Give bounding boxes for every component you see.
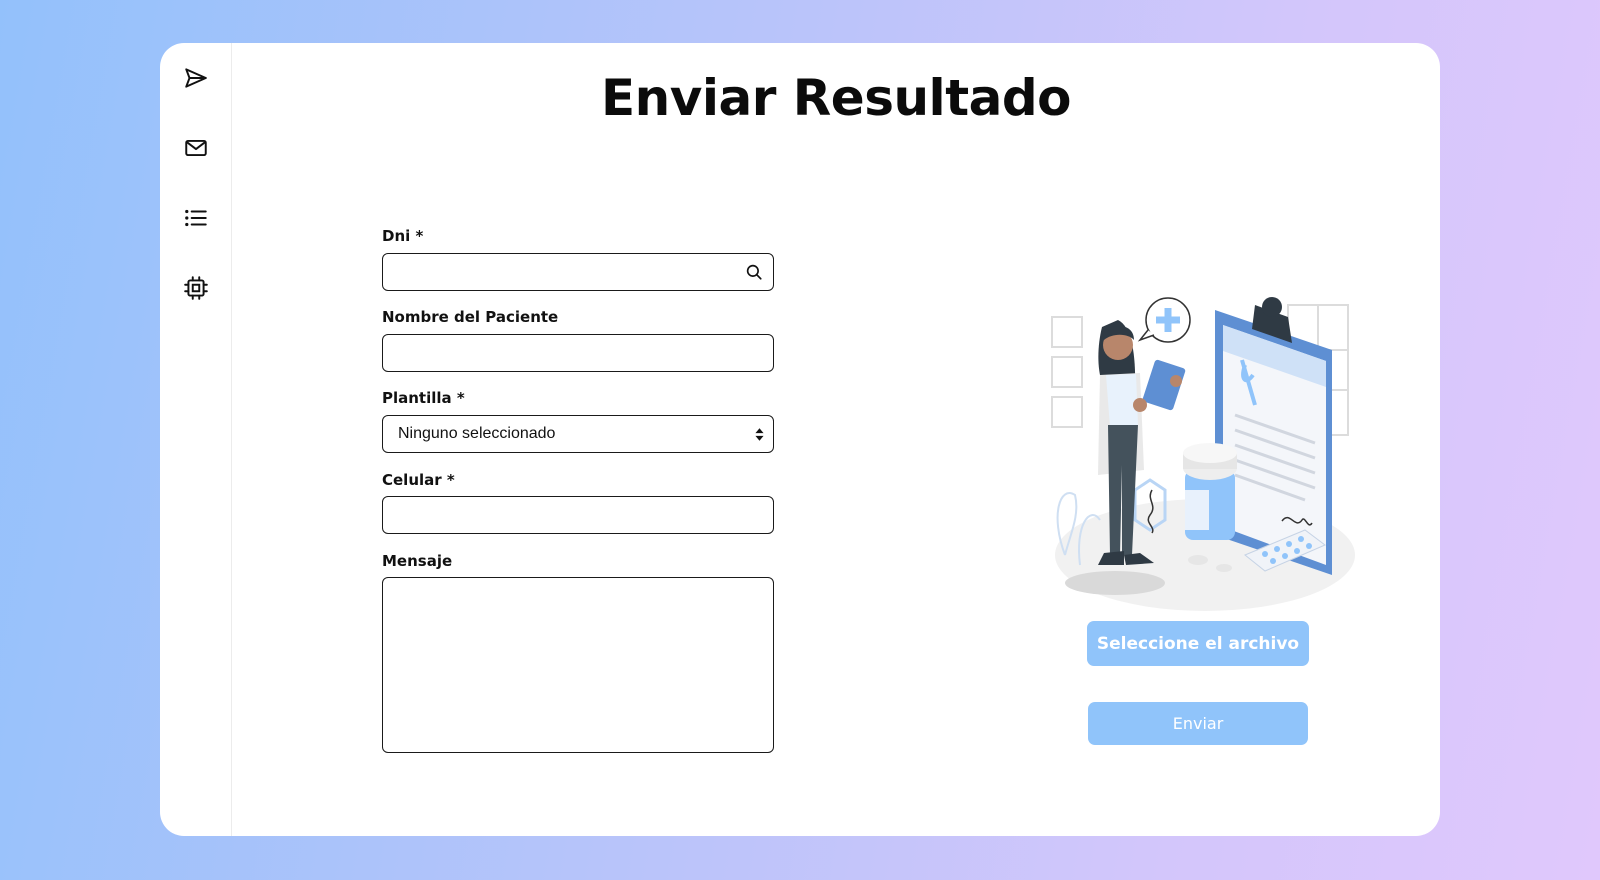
send-button[interactable]: Enviar — [1088, 702, 1308, 745]
dni-field — [382, 253, 774, 291]
phone-label: Celular * — [382, 471, 455, 489]
phone-input[interactable] — [383, 497, 773, 533]
sidebar-item-mail[interactable] — [178, 130, 214, 166]
template-select[interactable]: Ninguno seleccionado — [382, 415, 774, 453]
patient-name-input[interactable] — [383, 335, 773, 371]
main-card: Enviar Resultado Dni * Nombre del Pacien… — [160, 43, 1440, 836]
cpu-icon — [184, 276, 208, 300]
sidebar-item-cpu[interactable] — [178, 270, 214, 306]
select-file-button[interactable]: Seleccione el archivo — [1087, 621, 1309, 666]
send-icon — [185, 68, 207, 88]
phone-field — [382, 496, 774, 534]
patient-name-label: Nombre del Paciente — [382, 308, 559, 326]
mail-icon — [185, 139, 207, 157]
select-arrows-icon — [755, 428, 764, 441]
dni-label: Dni * — [382, 227, 424, 245]
template-selected-value: Ninguno seleccionado — [398, 425, 556, 442]
search-icon[interactable] — [745, 263, 763, 281]
message-label: Mensaje — [382, 552, 453, 570]
list-icon — [185, 209, 207, 227]
sidebar-item-send[interactable] — [178, 60, 214, 96]
sidebar — [160, 43, 232, 836]
patient-name-field — [382, 334, 774, 372]
template-label: Plantilla * — [382, 389, 465, 407]
dni-input[interactable] — [383, 254, 773, 290]
page-title: Enviar Resultado — [601, 69, 1071, 127]
sidebar-item-list[interactable] — [178, 200, 214, 236]
doctor-prescription-illustration — [1051, 297, 1355, 611]
message-textarea[interactable] — [382, 577, 774, 753]
